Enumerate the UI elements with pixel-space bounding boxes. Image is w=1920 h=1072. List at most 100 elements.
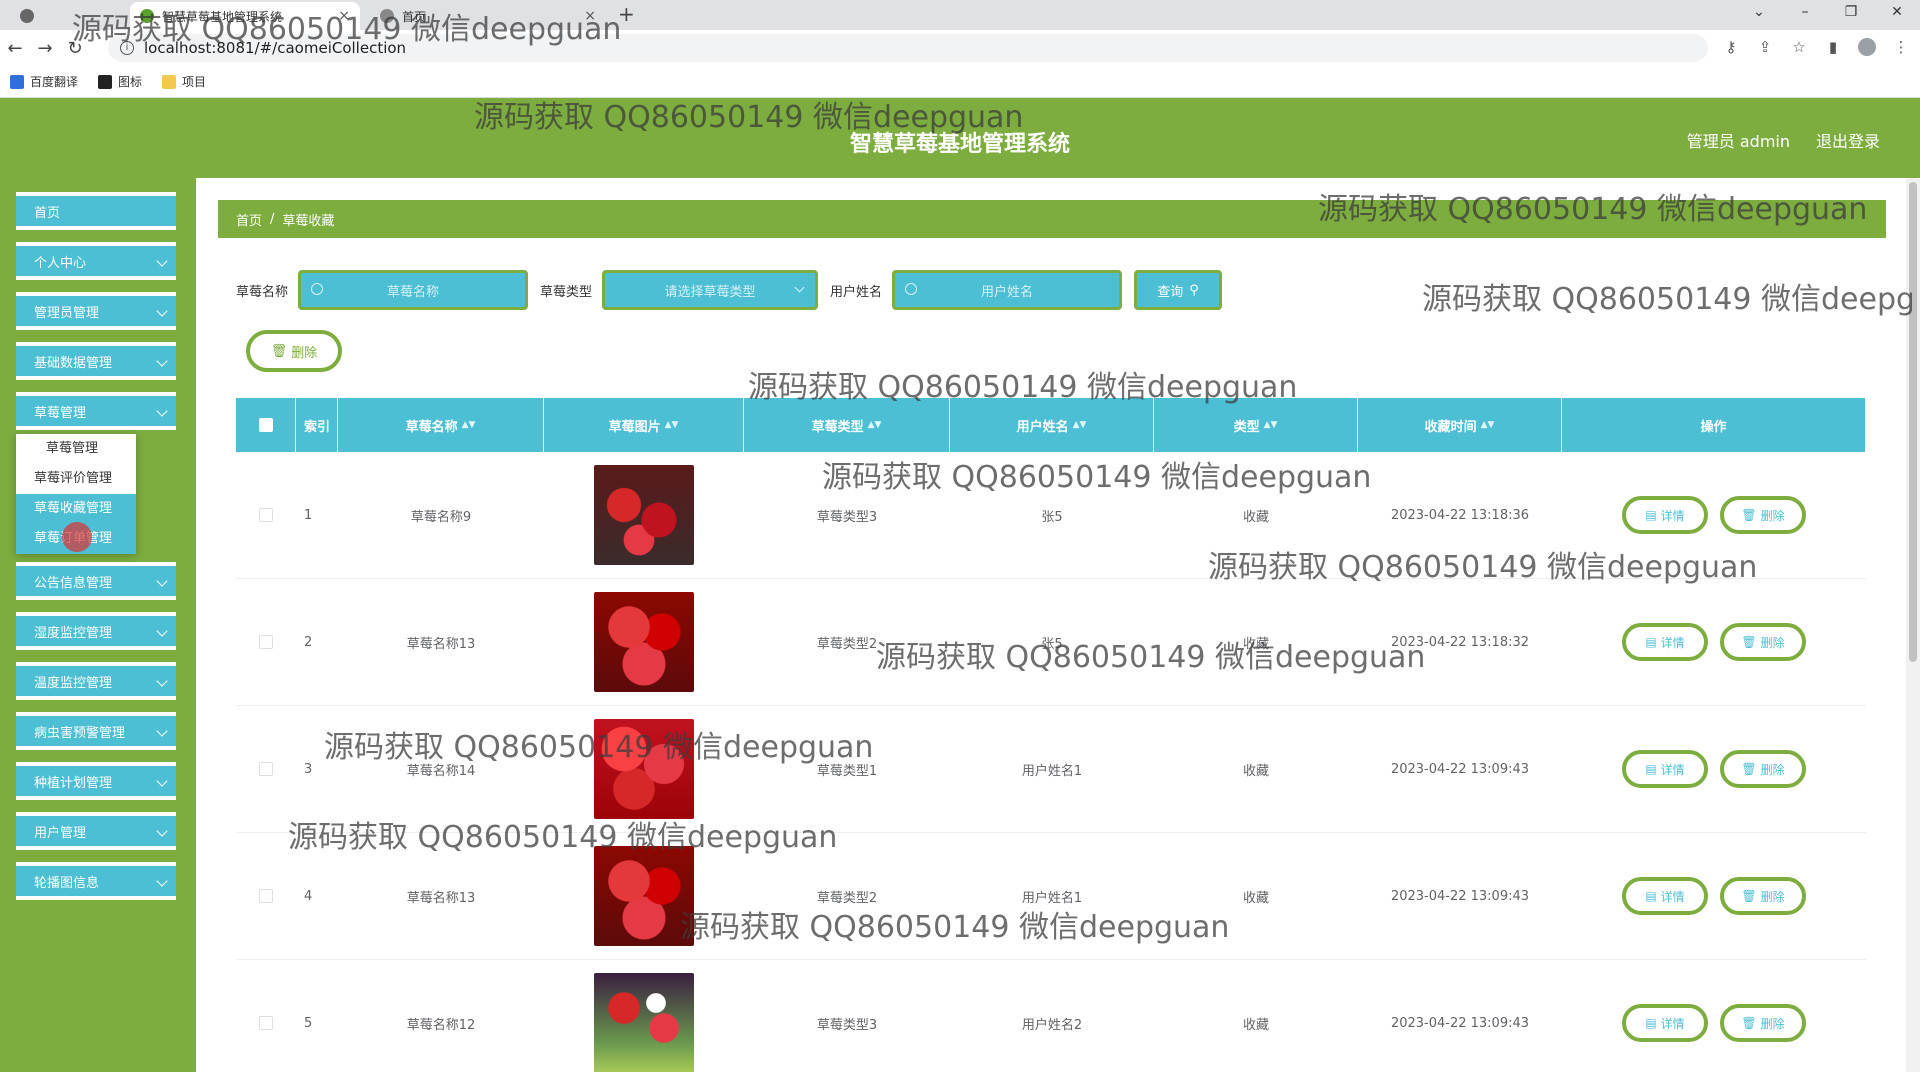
type-select[interactable]: 请选择草莓类型 bbox=[602, 270, 819, 310]
sidebar-item-profile[interactable]: 个人中心 bbox=[16, 242, 176, 280]
row-checkbox[interactable] bbox=[259, 889, 273, 903]
close-window-icon[interactable]: ✕ bbox=[1874, 0, 1920, 30]
chevron-down-icon bbox=[156, 825, 168, 837]
sidebar-item-notice[interactable]: 公告信息管理 bbox=[16, 562, 176, 600]
row-checkbox[interactable] bbox=[259, 762, 273, 776]
scrollbar-thumb[interactable] bbox=[1909, 182, 1917, 662]
row-time: 2023-04-22 13:09:43 bbox=[1390, 1015, 1530, 1031]
chevron-down-icon bbox=[156, 725, 168, 737]
sort-icon[interactable]: ▲▼ bbox=[665, 420, 679, 430]
document-icon: ▤ bbox=[1645, 1016, 1657, 1030]
tab-list-chevron-icon[interactable]: ⌄ bbox=[1736, 0, 1782, 30]
row-type: 草莓类型3 bbox=[816, 1017, 878, 1033]
sort-icon[interactable]: ▲▼ bbox=[868, 420, 882, 430]
sidebar-item-strawberry[interactable]: 草莓管理 bbox=[16, 392, 176, 430]
submenu-item-review[interactable]: 草莓评价管理 bbox=[16, 464, 136, 494]
close-tab-icon[interactable]: × bbox=[338, 8, 350, 24]
row-index: 5 bbox=[304, 1015, 313, 1031]
kebab-menu-icon[interactable]: ⋮ bbox=[1892, 38, 1910, 56]
sidebar-item-temperature[interactable]: 温度监控管理 bbox=[16, 662, 176, 700]
chevron-down-icon bbox=[156, 575, 168, 587]
row-checkbox[interactable] bbox=[259, 508, 273, 522]
page-scrollbar[interactable] bbox=[1906, 178, 1920, 1072]
sidebar-item-carousel[interactable]: 轮播图信息 bbox=[16, 862, 176, 900]
detail-button[interactable]: ▤ 详情 bbox=[1622, 877, 1708, 915]
chevron-down-icon bbox=[156, 305, 168, 317]
key-icon[interactable]: ⚷ bbox=[1722, 38, 1740, 56]
sort-icon[interactable]: ▲▼ bbox=[1481, 420, 1495, 430]
table-row: 2 草莓名称13 草莓类型2 张5 收藏 2023-04-22 13:18:32… bbox=[236, 579, 1866, 706]
back-arrow-icon[interactable]: ← bbox=[0, 38, 30, 59]
submenu-item-collection[interactable]: 草莓收藏管理 bbox=[16, 494, 136, 524]
detail-button[interactable]: ▤ 详情 bbox=[1622, 1004, 1708, 1042]
browser-tab[interactable]: 首页 × bbox=[370, 2, 606, 30]
row-checkbox[interactable] bbox=[259, 635, 273, 649]
batch-delete-button[interactable]: 🗑 删除 bbox=[246, 330, 342, 372]
trash-icon: 🗑 bbox=[1741, 508, 1757, 522]
url-field[interactable]: i localhost:8081/#/caomeiCollection bbox=[108, 34, 1708, 62]
detail-button[interactable]: ▤ 详情 bbox=[1622, 750, 1708, 788]
name-search-input[interactable]: 草莓名称 bbox=[298, 270, 529, 310]
submenu-item-strawberry[interactable]: 草莓管理 bbox=[16, 434, 136, 464]
query-button[interactable]: 查询 ⚲ bbox=[1134, 270, 1223, 310]
new-tab-button[interactable]: + bbox=[618, 2, 635, 26]
column-header-type[interactable]: 草莓类型 ▲▼ bbox=[744, 398, 950, 452]
breadcrumb-home[interactable]: 首页 bbox=[236, 210, 262, 229]
row-user: 用户姓名1 bbox=[1021, 763, 1083, 779]
column-header-time[interactable]: 收藏时间 ▲▼ bbox=[1358, 398, 1562, 452]
row-kind: 收藏 bbox=[1242, 890, 1269, 906]
table-row: 3 草莓名称14 草莓类型1 用户姓名1 收藏 2023-04-22 13:09… bbox=[236, 706, 1866, 833]
column-header-user[interactable]: 用户姓名 ▲▼ bbox=[950, 398, 1154, 452]
sidebar-item-pest-warning[interactable]: 病虫害预警管理 bbox=[16, 712, 176, 750]
row-kind: 收藏 bbox=[1242, 636, 1269, 652]
close-tab-icon[interactable]: × bbox=[584, 8, 596, 24]
row-index: 3 bbox=[304, 761, 313, 777]
sidepanel-icon[interactable]: ▮ bbox=[1824, 38, 1842, 56]
sort-icon[interactable]: ▲▼ bbox=[462, 420, 476, 430]
share-icon[interactable]: ⇪ bbox=[1756, 38, 1774, 56]
restore-icon[interactable]: ❐ bbox=[1828, 0, 1874, 30]
sort-icon[interactable]: ▲▼ bbox=[1264, 420, 1278, 430]
row-name: 草莓名称14 bbox=[406, 763, 476, 779]
forward-arrow-icon[interactable]: → bbox=[30, 38, 60, 59]
delete-button[interactable]: 🗑 删除 bbox=[1720, 1004, 1806, 1042]
delete-button[interactable]: 🗑 删除 bbox=[1720, 877, 1806, 915]
delete-button[interactable]: 🗑 删除 bbox=[1720, 623, 1806, 661]
trash-icon: 🗑 bbox=[1741, 762, 1757, 776]
delete-button[interactable]: 🗑 删除 bbox=[1720, 496, 1806, 534]
reload-icon[interactable]: ↻ bbox=[60, 38, 90, 59]
star-icon[interactable]: ☆ bbox=[1790, 38, 1808, 56]
bookmark-item[interactable]: 图标 bbox=[98, 73, 142, 90]
chevron-down-icon bbox=[156, 255, 168, 267]
select-all-checkbox[interactable] bbox=[258, 418, 273, 432]
profile-avatar-icon[interactable] bbox=[1858, 38, 1876, 56]
type-label: 草莓类型 bbox=[540, 284, 593, 300]
site-info-icon[interactable]: i bbox=[120, 41, 134, 55]
sidebar-item-admins[interactable]: 管理员管理 bbox=[16, 292, 176, 330]
browser-menu-icon[interactable] bbox=[10, 2, 50, 30]
sidebar-item-basic-data[interactable]: 基础数据管理 bbox=[16, 342, 176, 380]
bookmark-item[interactable]: 项目 bbox=[162, 73, 206, 90]
row-checkbox[interactable] bbox=[259, 1016, 273, 1030]
document-icon: ▤ bbox=[1645, 762, 1657, 776]
current-user: 管理员 admin bbox=[1686, 132, 1790, 151]
delete-button[interactable]: 🗑 删除 bbox=[1720, 750, 1806, 788]
sidebar-item-planting-plan[interactable]: 种植计划管理 bbox=[16, 762, 176, 800]
row-name: 草莓名称13 bbox=[406, 636, 476, 652]
breadcrumb-separator: / bbox=[270, 211, 275, 227]
column-header-kind[interactable]: 类型 ▲▼ bbox=[1154, 398, 1358, 452]
search-icon: ⚲ bbox=[1189, 282, 1199, 298]
minimize-icon[interactable]: – bbox=[1782, 0, 1828, 30]
sidebar-item-humidity[interactable]: 湿度监控管理 bbox=[16, 612, 176, 650]
detail-button[interactable]: ▤ 详情 bbox=[1622, 496, 1708, 534]
browser-tab-active[interactable]: 智慧草莓基地管理系统 × bbox=[130, 2, 360, 30]
sort-icon[interactable]: ▲▼ bbox=[1073, 420, 1087, 430]
column-header-name[interactable]: 草莓名称 ▲▼ bbox=[338, 398, 544, 452]
column-header-image[interactable]: 草莓图片 ▲▼ bbox=[544, 398, 744, 452]
detail-button[interactable]: ▤ 详情 bbox=[1622, 623, 1708, 661]
sidebar-item-home[interactable]: 首页 bbox=[16, 192, 176, 230]
user-search-input[interactable]: 用户姓名 bbox=[892, 270, 1123, 310]
logout-link[interactable]: 退出登录 bbox=[1816, 128, 1880, 152]
bookmark-item[interactable]: 百度翻译 bbox=[10, 73, 78, 90]
sidebar-item-users[interactable]: 用户管理 bbox=[16, 812, 176, 850]
